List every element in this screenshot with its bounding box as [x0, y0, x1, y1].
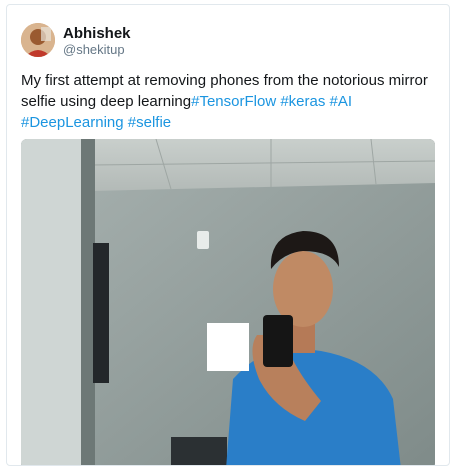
hashtag-link[interactable]: #selfie: [128, 114, 171, 131]
selfie-photo: [21, 139, 435, 465]
tweet-card: Abhishek @shekitup My first attempt at r…: [6, 4, 450, 466]
avatar-image: [21, 23, 55, 57]
user-handle[interactable]: @shekitup: [63, 42, 131, 58]
tweet-media-photo[interactable]: [21, 139, 435, 465]
display-name[interactable]: Abhishek: [63, 25, 131, 42]
hashtag-link[interactable]: #AI: [330, 93, 353, 110]
hashtag-link[interactable]: #keras: [280, 93, 325, 110]
tweet-text: My first attempt at removing phones from…: [21, 70, 431, 133]
author-names: Abhishek @shekitup: [63, 25, 131, 58]
avatar[interactable]: [21, 23, 55, 57]
hashtag-link[interactable]: #DeepLearning: [21, 114, 124, 131]
hashtag-link[interactable]: #TensorFlow: [191, 93, 276, 110]
